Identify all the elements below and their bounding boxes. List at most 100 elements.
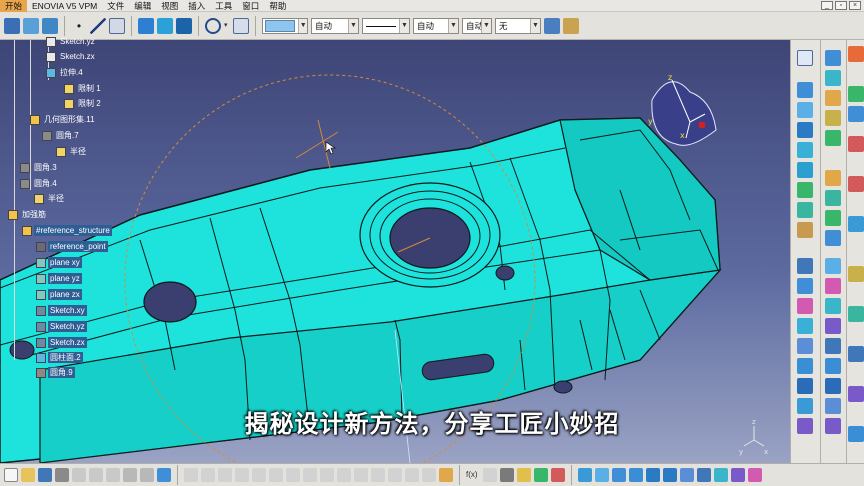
tree-item-sketch-zx-2[interactable]: Sketch.zx — [36, 336, 87, 349]
minimize-icon[interactable]: _ — [821, 1, 833, 10]
chevron-down-icon[interactable]: ▼ — [448, 18, 458, 33]
tree-item-fillet-3[interactable]: 圆角.3 — [20, 161, 59, 174]
hide-show-icon[interactable] — [731, 468, 745, 482]
brush-icon[interactable] — [825, 278, 841, 294]
pad-icon[interactable] — [797, 82, 813, 98]
fill-icon[interactable] — [157, 17, 173, 34]
color-combo[interactable]: ▼ — [262, 17, 308, 34]
check-icon[interactable] — [534, 468, 548, 482]
menu-enovia[interactable]: ENOVIA V5 VPM — [27, 0, 102, 12]
thickness-icon[interactable] — [797, 318, 813, 334]
spline-icon[interactable] — [233, 17, 249, 34]
chevron-down-icon[interactable]: ▼ — [298, 18, 307, 33]
line-icon[interactable] — [90, 17, 106, 34]
fillet-tool-icon[interactable] — [439, 468, 453, 482]
part-15-icon[interactable] — [422, 468, 436, 482]
line-weight-combo[interactable]: ▼ — [362, 17, 410, 34]
draft-icon[interactable] — [797, 278, 813, 294]
thread-icon[interactable] — [797, 338, 813, 354]
polyline-icon[interactable] — [109, 17, 125, 34]
part-2-icon[interactable] — [201, 468, 215, 482]
brush-icon[interactable] — [176, 17, 192, 34]
close-icon[interactable]: × — [849, 1, 861, 10]
part-5-icon[interactable] — [252, 468, 266, 482]
table-icon[interactable] — [848, 266, 864, 282]
save-icon[interactable] — [38, 468, 52, 482]
tree-item-sketch-zx[interactable]: Sketch.zx — [46, 50, 97, 63]
remove-icon[interactable] — [825, 90, 841, 106]
chevron-down-icon[interactable]: ▼ — [348, 18, 358, 33]
chevron-down-icon[interactable]: ▼ — [481, 18, 491, 33]
parameter-icon[interactable] — [848, 216, 864, 232]
part-13-icon[interactable] — [388, 468, 402, 482]
constraint-icon[interactable] — [825, 190, 841, 206]
remove-lump-icon[interactable] — [825, 170, 841, 186]
hole-icon[interactable] — [797, 162, 813, 178]
formula-icon[interactable] — [848, 86, 864, 102]
undo-icon[interactable] — [123, 468, 137, 482]
tree-item-plane-zx[interactable]: plane zx — [36, 288, 82, 301]
tree-item-stiffener[interactable]: 加强筋 — [8, 208, 48, 221]
zoom-in-icon[interactable] — [646, 468, 660, 482]
cut-icon[interactable] — [72, 468, 86, 482]
translate-icon[interactable] — [797, 398, 813, 414]
publication-icon[interactable] — [848, 386, 864, 402]
thickness-combo[interactable]: 自动 ▼ — [413, 17, 459, 34]
shell-icon[interactable] — [797, 298, 813, 314]
iso-view-icon[interactable] — [697, 468, 711, 482]
light-icon[interactable] — [825, 398, 841, 414]
layer-combo[interactable]: 无 ▼ — [495, 17, 541, 34]
menu-insert[interactable]: 插入 — [183, 0, 210, 12]
pan-icon[interactable] — [612, 468, 626, 482]
add-icon[interactable] — [825, 70, 841, 86]
pocket-icon[interactable] — [797, 102, 813, 118]
redo-icon[interactable] — [140, 468, 154, 482]
point-icon[interactable]: • — [71, 18, 87, 34]
part-12-icon[interactable] — [371, 468, 385, 482]
fly-icon[interactable] — [578, 468, 592, 482]
shaft-icon[interactable] — [797, 122, 813, 138]
normal-view-icon[interactable] — [680, 468, 694, 482]
formula-icon[interactable]: f(x) — [466, 468, 480, 482]
measure-icon[interactable] — [825, 210, 841, 226]
tree-item-limit-2[interactable]: 限制 2 — [64, 97, 103, 110]
cursor-icon[interactable] — [4, 17, 20, 34]
analysis-icon[interactable] — [825, 230, 841, 246]
tree-item-plane-yz[interactable]: plane yz — [36, 272, 82, 285]
chamfer-icon[interactable] — [797, 258, 813, 274]
menu-file[interactable]: 文件 — [102, 0, 129, 12]
warning-icon[interactable] — [517, 468, 531, 482]
slot-icon[interactable] — [797, 202, 813, 218]
comment-icon[interactable] — [483, 468, 497, 482]
rib-icon[interactable] — [797, 182, 813, 198]
print-icon[interactable] — [55, 468, 69, 482]
scene-icon[interactable] — [825, 358, 841, 374]
compass-icon[interactable]: z y x — [648, 73, 717, 146]
tree-item-sketch-yz-2[interactable]: Sketch.yz — [36, 320, 87, 333]
part-8-icon[interactable] — [303, 468, 317, 482]
reaction-icon[interactable] — [848, 306, 864, 322]
part-14-icon[interactable] — [405, 468, 419, 482]
law-icon[interactable] — [848, 106, 864, 122]
split-icon[interactable] — [797, 358, 813, 374]
properties-icon[interactable] — [563, 17, 579, 34]
paste-icon[interactable] — [106, 468, 120, 482]
fillet-icon[interactable] — [797, 222, 813, 238]
tree-item-reference-structure[interactable]: #reference_structure — [22, 224, 112, 237]
tree-item-plane-xy[interactable]: plane xy — [36, 256, 82, 269]
tree-item-fillet-7[interactable]: 圆角.7 — [42, 129, 81, 142]
swap-visible-icon[interactable] — [748, 468, 762, 482]
camera-icon[interactable] — [825, 418, 841, 434]
part-11-icon[interactable] — [354, 468, 368, 482]
union-trim-icon[interactable] — [825, 130, 841, 146]
open-icon[interactable] — [21, 468, 35, 482]
groove-icon[interactable] — [797, 142, 813, 158]
sketch-icon[interactable] — [23, 17, 39, 34]
intersect-icon[interactable] — [825, 110, 841, 126]
shading-icon[interactable] — [714, 468, 728, 482]
part-7-icon[interactable] — [286, 468, 300, 482]
linestyle-combo[interactable]: 自动 ▼ — [462, 17, 492, 34]
plane-icon[interactable] — [42, 17, 58, 34]
part-3-icon[interactable] — [218, 468, 232, 482]
menu-view[interactable]: 视图 — [156, 0, 183, 12]
